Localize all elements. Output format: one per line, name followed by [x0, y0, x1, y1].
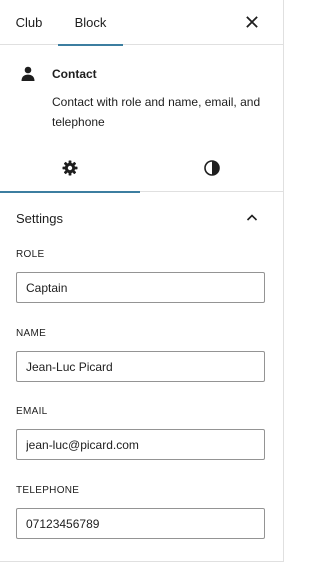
close-button[interactable] [238, 8, 266, 36]
block-inspector-panel: Club Block Contact Contact with role and… [0, 0, 284, 562]
name-field: NAME [16, 326, 265, 382]
inspector-sub-tabs [0, 143, 283, 193]
block-card: Contact Contact with role and name, emai… [0, 45, 283, 143]
block-title: Contact [52, 67, 97, 81]
settings-panel-toggle[interactable]: Settings [0, 193, 283, 243]
email-label: EMAIL [16, 406, 48, 417]
role-label: ROLE [16, 249, 45, 260]
tab-club[interactable]: Club [0, 0, 58, 45]
settings-title: Settings [16, 211, 63, 226]
person-icon [21, 66, 35, 81]
telephone-field: TELEPHONE [16, 483, 265, 539]
role-field: ROLE [16, 247, 265, 303]
telephone-label: TELEPHONE [16, 485, 80, 496]
email-field: EMAIL [16, 404, 265, 460]
tab-block-label: Block [74, 15, 107, 30]
gear-icon [62, 160, 78, 175]
block-description: Contact with role and name, email, and t… [52, 95, 261, 129]
tab-block[interactable]: Block [58, 0, 123, 46]
tab-settings[interactable] [0, 143, 140, 193]
telephone-input[interactable] [16, 508, 265, 539]
name-input[interactable] [16, 351, 265, 382]
name-label: NAME [16, 328, 47, 339]
tab-styles[interactable] [140, 143, 283, 192]
chevron-up-icon [246, 214, 258, 221]
close-icon [246, 16, 258, 28]
tab-club-label: Club [15, 15, 43, 30]
role-input[interactable] [16, 272, 265, 303]
half-circle-contrast-icon [203, 159, 220, 176]
email-input[interactable] [16, 429, 265, 460]
sidebar-tabs: Club Block [0, 0, 283, 46]
